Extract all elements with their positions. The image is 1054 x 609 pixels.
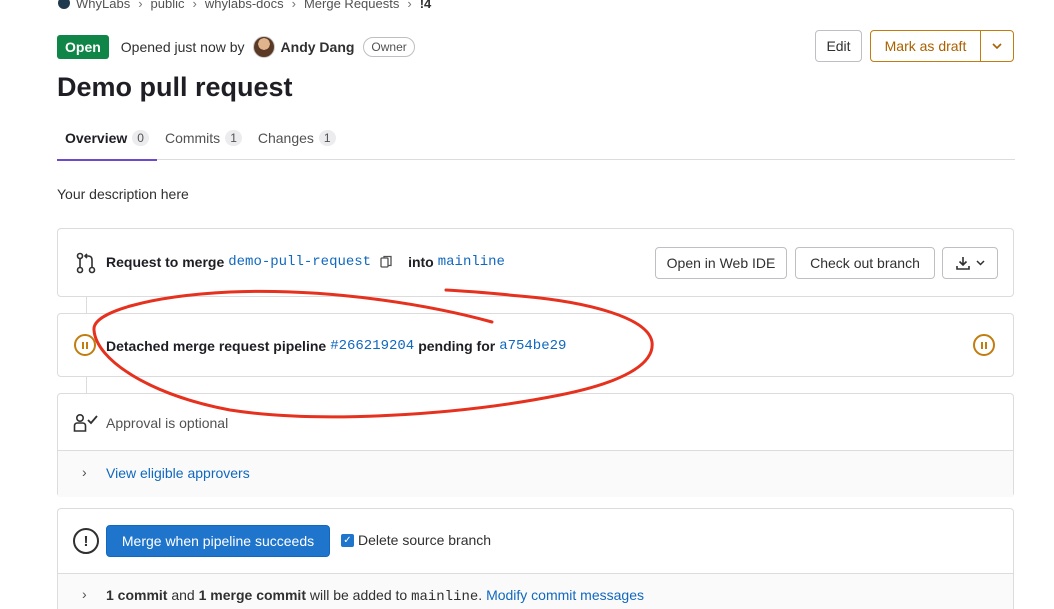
merge-branches-text: Request to merge demo-pull-request into … (106, 254, 505, 270)
summary-branch: mainline (411, 589, 479, 605)
delete-source-branch-checkbox[interactable]: ✓ (341, 533, 354, 547)
breadcrumb-item-current[interactable]: !4 (420, 0, 432, 11)
tab-count: 1 (318, 130, 336, 146)
whylabs-logo-icon (58, 0, 70, 9)
pipeline-stage-icon[interactable] (973, 334, 995, 356)
open-web-ide-button[interactable]: Open in Web IDE (655, 247, 787, 279)
tab-label: Changes (257, 130, 314, 146)
edit-button[interactable]: Edit (815, 30, 862, 62)
modify-commit-messages-link[interactable]: Modify commit messages (486, 587, 644, 603)
summary-period: . (478, 587, 483, 603)
tab-commits[interactable]: Commits 1 (157, 116, 250, 160)
breadcrumb-separator: › (192, 0, 197, 11)
tab-label: Commits (164, 130, 221, 146)
summary-will-be-added: will be added to (309, 587, 408, 603)
chevron-right-icon[interactable]: › (82, 464, 87, 480)
checkbox-label: Delete source branch (358, 532, 492, 548)
merge-request-icon (76, 252, 96, 274)
pipeline-status-text: Detached merge request pipeline #2662192… (106, 338, 566, 354)
merge-prefix: Request to merge (106, 254, 225, 270)
commit-summary-row: › 1 commit and 1 merge commit will be ad… (58, 574, 1013, 609)
chevron-down-icon (975, 260, 985, 266)
role-badge: Owner (363, 37, 415, 57)
tab-count: 0 (132, 130, 149, 146)
merge-into-text: into (408, 254, 434, 270)
merge-when-pipeline-succeeds-button[interactable]: Merge when pipeline succeeds (106, 525, 330, 557)
tab-overview[interactable]: Overview 0 (57, 116, 157, 161)
breadcrumb-item-merge-requests[interactable]: Merge Requests (304, 0, 399, 11)
mark-as-draft-button[interactable]: Mark as draft (870, 30, 981, 62)
merge-actions: ! Merge when pipeline succeeds ✓ Delete … (58, 509, 1013, 574)
page-title: Demo pull request (57, 72, 293, 102)
more-actions-dropdown[interactable] (980, 30, 1014, 62)
commit-summary-text: 1 commit and 1 merge commit will be adde… (106, 587, 644, 605)
breadcrumb-item-whylabs[interactable]: WhyLabs (76, 0, 130, 11)
mr-tabs: Overview 0 Commits 1 Changes 1 (57, 116, 1015, 161)
pipeline-prefix: Detached merge request pipeline (106, 338, 327, 354)
tab-label: Overview (65, 130, 128, 146)
pipeline-widget: Detached merge request pipeline #2662192… (57, 313, 1014, 377)
commit-count: 1 commit (106, 587, 168, 603)
status-badge: Open (57, 35, 109, 59)
widget-connector (86, 377, 87, 393)
breadcrumb-item-project[interactable]: whylabs-docs (205, 0, 284, 11)
chevron-down-icon (992, 43, 1002, 49)
pipeline-pending-icon[interactable] (74, 334, 96, 356)
avatar[interactable] (252, 36, 275, 58)
source-branch-link[interactable]: demo-pull-request (228, 254, 371, 270)
approvers-row[interactable]: › View eligible approvers (58, 451, 1013, 497)
download-icon (955, 257, 970, 270)
tab-changes[interactable]: Changes 1 (250, 116, 344, 160)
delete-source-branch-option[interactable]: ✓ Delete source branch (341, 532, 491, 548)
breadcrumb-separator: › (291, 0, 296, 11)
approval-widget: Approval is optional › View eligible app… (57, 393, 1014, 497)
merge-info-widget: Request to merge demo-pull-request into … (57, 228, 1014, 297)
chevron-right-icon[interactable]: › (82, 586, 87, 602)
breadcrumb-item-public[interactable]: public (151, 0, 185, 11)
target-branch-link[interactable]: mainline (438, 254, 505, 270)
breadcrumb-separator: › (407, 0, 412, 11)
draft-button-group: Mark as draft (870, 30, 1014, 62)
author-name[interactable]: Andy Dang (281, 39, 355, 55)
breadcrumb-separator: › (138, 0, 143, 11)
check-out-branch-button[interactable]: Check out branch (795, 247, 935, 279)
view-eligible-approvers-link[interactable]: View eligible approvers (106, 465, 250, 481)
alert-icon: ! (73, 528, 99, 554)
approval-icon (73, 413, 98, 432)
merge-commit-count: 1 merge commit (198, 587, 306, 603)
commit-sha-link[interactable]: a754be29 (499, 338, 566, 354)
pipeline-middle: pending for (418, 338, 496, 354)
approval-status: Approval is optional (58, 394, 1013, 451)
breadcrumb: WhyLabs › public › whylabs-docs › Merge … (58, 0, 431, 12)
tab-count: 1 (225, 130, 242, 146)
copy-icon[interactable] (380, 255, 392, 269)
mr-description: Your description here (57, 186, 189, 202)
approval-text: Approval is optional (106, 415, 229, 431)
opened-text: Opened just now by (120, 39, 245, 55)
widget-connector (86, 297, 87, 313)
pipeline-id-link[interactable]: #266219204 (330, 338, 414, 354)
download-dropdown[interactable] (942, 247, 998, 279)
summary-and: and (171, 587, 195, 603)
merge-widget: ! Merge when pipeline succeeds ✓ Delete … (57, 508, 1014, 609)
